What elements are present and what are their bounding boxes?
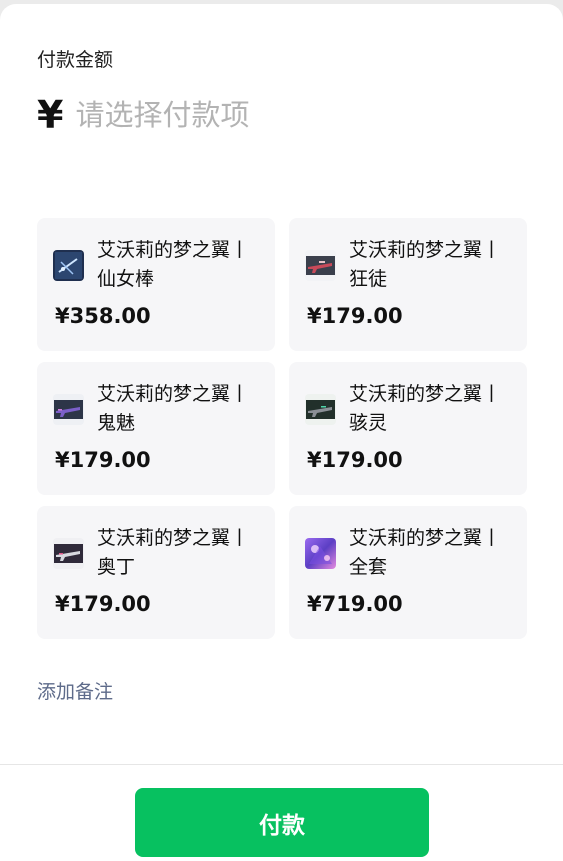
currency-symbol: ¥	[37, 93, 64, 137]
payment-item-card[interactable]: 艾沃莉的梦之翼丨 仙女棒 ¥358.00	[37, 218, 275, 351]
skin-thumbnail-icon	[53, 538, 84, 569]
item-price: ¥179.00	[307, 448, 403, 472]
amount-label: 付款金额	[37, 49, 114, 71]
payment-item-card[interactable]: 艾沃莉的梦之翼丨 奥丁 ¥179.00	[37, 506, 275, 639]
payment-sheet: 付款金额 ¥ 请选择付款项 艾沃莉的梦之翼丨 仙女棒 ¥358.00 艾沃莉的梦…	[0, 4, 563, 861]
item-name: 艾沃莉的梦之翼丨 鬼魅	[97, 383, 250, 434]
payment-item-card[interactable]: 艾沃莉的梦之翼丨 骇灵 ¥179.00	[289, 362, 527, 495]
item-name: 艾沃莉的梦之翼丨 仙女棒	[97, 239, 250, 290]
skin-thumbnail-icon	[305, 394, 336, 425]
item-name: 艾沃莉的梦之翼丨 奥丁	[97, 527, 250, 578]
skin-thumbnail-icon	[53, 394, 84, 425]
item-name: 艾沃莉的梦之翼丨 狂徒	[349, 239, 502, 290]
amount-field[interactable]: ¥ 请选择付款项	[37, 90, 249, 140]
item-price: ¥179.00	[307, 304, 403, 328]
payment-item-card[interactable]: 艾沃莉的梦之翼丨 狂徒 ¥179.00	[289, 218, 527, 351]
skin-thumbnail-icon	[53, 250, 84, 281]
pay-button[interactable]: 付款	[135, 788, 429, 857]
item-price: ¥179.00	[55, 592, 151, 616]
item-price: ¥719.00	[307, 592, 403, 616]
item-price: ¥358.00	[55, 304, 151, 328]
item-name: 艾沃莉的梦之翼丨 骇灵	[349, 383, 502, 434]
payment-item-grid: 艾沃莉的梦之翼丨 仙女棒 ¥358.00 艾沃莉的梦之翼丨 狂徒 ¥179.00…	[37, 218, 527, 639]
skin-thumbnail-icon	[305, 250, 336, 281]
footer-divider	[0, 764, 563, 765]
item-price: ¥179.00	[55, 448, 151, 472]
amount-placeholder: 请选择付款项	[75, 98, 250, 132]
payment-item-card[interactable]: 艾沃莉的梦之翼丨 鬼魅 ¥179.00	[37, 362, 275, 495]
skin-thumbnail-icon	[305, 538, 336, 569]
payment-item-card[interactable]: 艾沃莉的梦之翼丨 全套 ¥719.00	[289, 506, 527, 639]
item-name: 艾沃莉的梦之翼丨 全套	[349, 527, 502, 578]
add-remark-link[interactable]: 添加备注	[37, 679, 113, 705]
